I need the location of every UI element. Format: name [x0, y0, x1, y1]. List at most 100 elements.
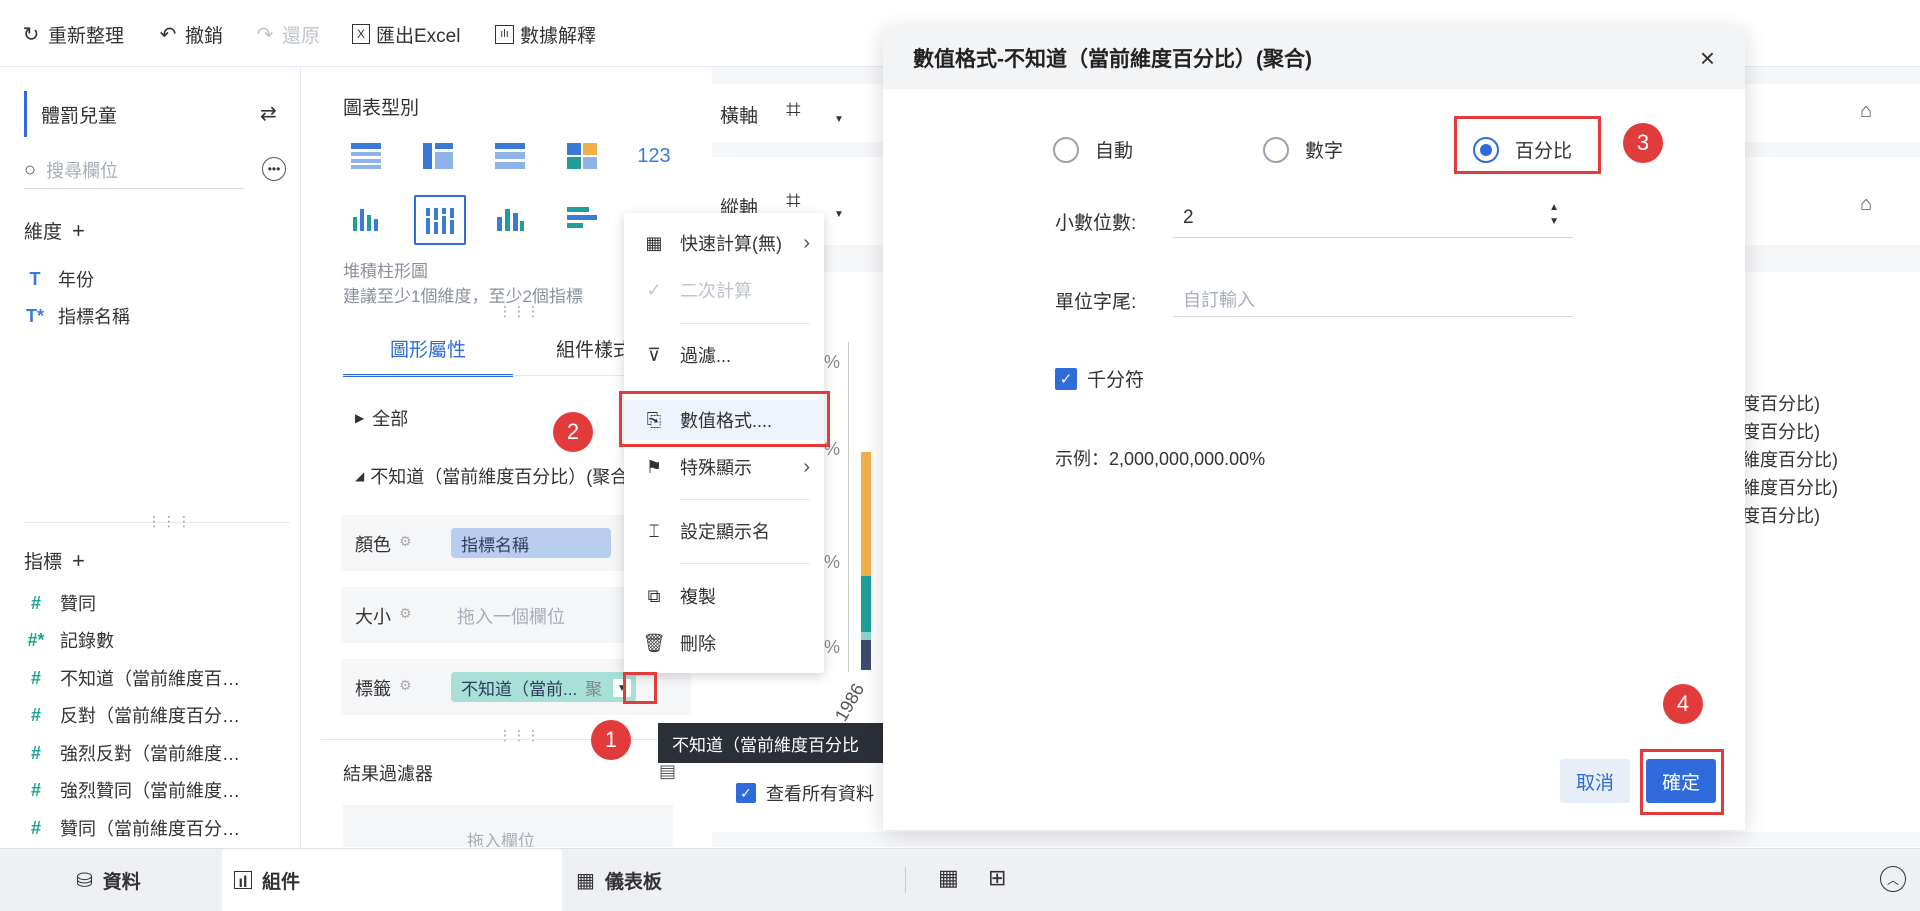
- decimals-label: 小數位數:: [1055, 213, 1137, 234]
- measure-item[interactable]: # 強烈贊同（當前維度…: [24, 777, 240, 803]
- resize-handle[interactable]: ⋮⋮⋮: [498, 727, 540, 744]
- menu-item-delete[interactable]: 🗑 刪除: [624, 623, 824, 663]
- field-search-input[interactable]: ○ 搜尋欄位: [24, 152, 244, 189]
- collapse-icon[interactable]: ︿: [1880, 866, 1906, 892]
- tab-dashboard[interactable]: ▦ 儀表板: [576, 849, 662, 911]
- settings-icon[interactable]: ⚙: [399, 605, 412, 622]
- add-dimension-icon[interactable]: +: [72, 218, 85, 244]
- annotation-badge: 3: [1623, 123, 1663, 163]
- chart-explain-icon: ılı: [495, 24, 514, 44]
- dialog-title: 數值格式-不知道（當前維度百分比）(聚合): [913, 48, 1312, 71]
- field-tooltip: 不知道（當前維度百分比: [658, 723, 888, 763]
- menu-item-copy[interactable]: ⧉ 複製: [624, 576, 824, 616]
- measure-item[interactable]: # 贊同: [24, 590, 96, 616]
- dimension-item[interactable]: T 年份: [24, 266, 95, 292]
- measure-item[interactable]: # 反對（當前維度百分…: [24, 702, 240, 728]
- label-label: 標籤: [355, 679, 391, 699]
- menu-item-special-display[interactable]: ⚑ 特殊顯示 ›: [624, 447, 824, 487]
- axis-icon[interactable]: ⌗: [786, 94, 801, 126]
- shelf-settings-icon[interactable]: ⌂: [1860, 193, 1872, 216]
- tab-component-style[interactable]: 組件樣式: [556, 322, 632, 374]
- scatter-chart-icon[interactable]: [349, 201, 383, 235]
- legend-item[interactable]: 度百分比): [1742, 418, 1820, 444]
- switch-dataset-icon[interactable]: ⇄: [260, 101, 277, 126]
- stepper-arrows-icon[interactable]: ▲ ▼: [1549, 201, 1559, 229]
- measure-properties-toggle[interactable]: ◢ 不知道（當前維度百分比）(聚合): [355, 463, 665, 489]
- radio-auto[interactable]: 自動: [1053, 136, 1133, 163]
- filter-settings-icon[interactable]: ▤: [659, 761, 676, 782]
- dimension-item[interactable]: T* 指標名稱: [24, 303, 130, 329]
- menu-item-secondary-calc[interactable]: ✓ 二次計算: [624, 270, 824, 310]
- copy-icon: ⧉: [647, 585, 661, 606]
- bar-chart-icon: ıl: [234, 871, 252, 891]
- number-field-icon: #: [30, 592, 41, 613]
- unit-suffix-input[interactable]: 自訂輸入: [1173, 274, 1573, 317]
- excel-icon: X: [352, 24, 370, 44]
- tab-component[interactable]: ıl 組件: [222, 849, 562, 911]
- decimals-stepper[interactable]: 2 ▲ ▼: [1173, 195, 1573, 238]
- settings-icon[interactable]: ⚙: [399, 677, 412, 694]
- unit-suffix-label: 單位字尾:: [1055, 292, 1137, 313]
- tab-data[interactable]: ⛁ 資料: [76, 849, 141, 911]
- all-properties-toggle[interactable]: ▶ 全部: [355, 405, 408, 431]
- resize-handle[interactable]: ⋮⋮⋮: [147, 513, 192, 530]
- redo-button[interactable]: ↷ 還原: [254, 20, 320, 48]
- caret-down-icon[interactable]: ▼: [834, 209, 844, 220]
- legend-item[interactable]: 維度百分比): [1742, 446, 1838, 472]
- bar-segment[interactable]: [861, 640, 871, 670]
- treemap-chart-icon[interactable]: [565, 139, 599, 173]
- legend-item[interactable]: 度百分比): [1742, 502, 1820, 528]
- label-field-pill[interactable]: 不知道（當前... 聚: [451, 672, 636, 702]
- kpi-number-icon[interactable]: 123: [637, 139, 671, 173]
- detail-table-icon[interactable]: [493, 139, 527, 173]
- more-options-icon[interactable]: •••: [262, 157, 286, 181]
- legend-item[interactable]: 度百分比): [1742, 390, 1820, 416]
- bar-segment[interactable]: [861, 576, 871, 632]
- add-dashboard-icon[interactable]: ⊞: [988, 865, 1006, 891]
- legend-item[interactable]: 維度百分比): [1742, 474, 1838, 500]
- bottom-tab-bar: ⛁ 資料 ıl 組件 ▦ 儀表板 ▦ ⊞ ︿: [0, 848, 1920, 911]
- table-chart-icon[interactable]: [349, 139, 383, 173]
- shelf-settings-icon[interactable]: ⌂: [1860, 100, 1872, 123]
- calc-field-icon: #: [30, 742, 41, 763]
- text-field-icon: T: [29, 268, 41, 289]
- measure-item[interactable]: #* 記錄數: [24, 627, 114, 653]
- y-tick-label: %: [824, 552, 841, 572]
- size-label: 大小: [355, 607, 391, 627]
- bar-chart-icon[interactable]: [565, 201, 599, 235]
- radio-number[interactable]: 數字: [1263, 136, 1343, 163]
- data-explain-button[interactable]: ılı 數據解釋: [495, 20, 596, 48]
- bar-segment[interactable]: [861, 452, 871, 576]
- filter-drop-zone[interactable]: 拖入欄位: [343, 805, 673, 847]
- close-icon[interactable]: ×: [1700, 43, 1715, 74]
- size-drop-zone[interactable]: 拖入一個欄位: [457, 603, 565, 629]
- resize-handle[interactable]: ⋮⋮⋮: [498, 303, 540, 320]
- menu-item-rename[interactable]: ⌶ 設定顯示名: [624, 511, 824, 551]
- view-all-data-checkbox[interactable]: ✓ 查看所有資料: [736, 780, 874, 806]
- add-component-icon[interactable]: ▦: [938, 865, 959, 891]
- bar-segment[interactable]: [861, 632, 871, 640]
- settings-icon[interactable]: ⚙: [399, 533, 412, 550]
- annotation-badge: 4: [1663, 684, 1703, 724]
- add-measure-icon[interactable]: +: [72, 548, 85, 574]
- x-axis-label: 橫軸: [720, 106, 759, 127]
- refresh-button[interactable]: ↻ 重新整理: [20, 20, 124, 48]
- thousands-separator-checkbox[interactable]: ✓ 千分符: [1055, 365, 1144, 392]
- stacked-column-chart-icon[interactable]: [414, 195, 466, 245]
- tab-graphic-properties[interactable]: 圖形屬性: [343, 322, 513, 377]
- export-excel-button[interactable]: X 匯出Excel: [352, 20, 460, 48]
- cross-table-icon[interactable]: [421, 139, 455, 173]
- measure-item[interactable]: # 強烈反對（當前維度…: [24, 740, 240, 766]
- flag-icon: ⚑: [645, 456, 663, 477]
- caret-down-icon[interactable]: ▼: [834, 114, 844, 125]
- menu-separator: [680, 323, 810, 324]
- menu-item-filter[interactable]: ⊽ 過濾...: [624, 335, 824, 375]
- calc-field-icon: #: [30, 817, 41, 838]
- column-chart-icon[interactable]: [493, 201, 527, 235]
- measure-item[interactable]: # 贊同（當前維度百分…: [24, 815, 240, 841]
- measure-item[interactable]: # 不知道（當前維度百…: [24, 665, 240, 691]
- cancel-button[interactable]: 取消: [1560, 759, 1630, 803]
- undo-button[interactable]: ↶ 撤銷: [157, 20, 223, 48]
- menu-item-quick-calc[interactable]: ▦ 快速計算(無) ›: [624, 223, 824, 263]
- color-field-pill[interactable]: 指標名稱: [451, 528, 611, 558]
